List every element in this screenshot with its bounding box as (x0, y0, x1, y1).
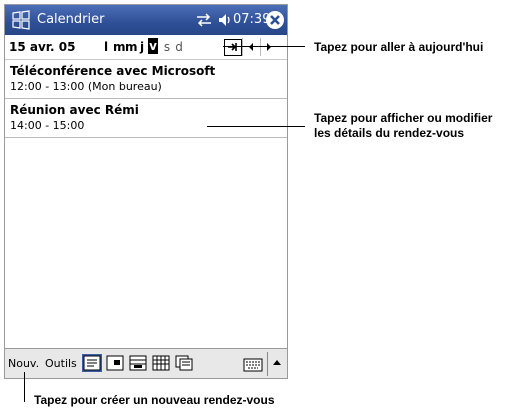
sync-icon[interactable] (195, 12, 213, 28)
go-to-today-button[interactable] (224, 39, 242, 56)
pocket-pc-screen: Calendrier 07:39 15 avr. 05 l m m j v s (4, 4, 288, 379)
clock[interactable]: 07:39 (233, 12, 270, 27)
title-bar: Calendrier 07:39 (5, 5, 287, 35)
week-view-button[interactable] (128, 354, 148, 372)
day-view-icon (106, 355, 124, 371)
caret-up-icon (273, 360, 281, 365)
month-view-button[interactable] (151, 354, 171, 372)
day-monday[interactable]: l (101, 40, 111, 54)
year-view-button[interactable] (174, 354, 194, 372)
callout-line-today (223, 46, 305, 47)
day-view-button[interactable] (105, 354, 125, 372)
day-tuesday[interactable]: m (113, 40, 126, 54)
callout-details-line1: Tapez pour afficher ou modifier (314, 111, 493, 125)
appointment-title: Réunion avec Rémi (10, 103, 139, 117)
left-arrow-icon (249, 43, 253, 51)
day-wednesday[interactable]: m (125, 40, 138, 54)
day-thursday[interactable]: j (137, 40, 147, 54)
appointment-time: 14:00 - 15:00 (10, 119, 85, 132)
next-week-button[interactable] (260, 38, 277, 56)
current-date[interactable]: 15 avr. 05 (9, 40, 75, 54)
day-sunday[interactable]: d (174, 40, 184, 54)
right-arrow-icon (267, 43, 271, 51)
today-arrow-icon (228, 43, 237, 51)
callout-line-details (207, 126, 305, 127)
week-view-icon (129, 355, 147, 371)
appointment-time: 12:00 - 13:00 (Mon bureau) (10, 80, 162, 93)
command-bar: Nouv. Outils (5, 348, 287, 378)
close-icon (270, 15, 280, 25)
appointment-item[interactable]: Téléconférence avec Microsoft 12:00 - 13… (5, 60, 287, 99)
callout-today: Tapez pour aller à aujourd'hui (314, 40, 484, 54)
start-menu-icon[interactable] (10, 9, 32, 31)
year-view-icon (175, 355, 193, 371)
day-friday-selected[interactable]: v (148, 38, 158, 54)
close-button[interactable] (266, 11, 284, 29)
new-menu[interactable]: Nouv. (8, 357, 39, 370)
callout-details-line2: les détails du rendez-vous (314, 126, 465, 140)
callout-new-appointment: Tapez pour créer un nouveau rendez-vous (34, 393, 275, 407)
callout-line-new (24, 372, 25, 402)
previous-week-button[interactable] (242, 38, 259, 56)
date-bar: 15 avr. 05 l m m j v s d (5, 35, 287, 60)
app-title: Calendrier (37, 12, 105, 27)
agenda-view-icon (83, 355, 101, 371)
keyboard-icon[interactable] (243, 357, 263, 372)
appointment-item[interactable]: Réunion avec Rémi 14:00 - 15:00 (5, 99, 287, 138)
month-view-icon (152, 355, 170, 371)
input-panel-toggle[interactable] (267, 352, 286, 376)
appointment-title: Téléconférence avec Microsoft (10, 64, 216, 78)
day-saturday[interactable]: s (162, 40, 172, 54)
tools-menu[interactable]: Outils (45, 357, 77, 370)
agenda-view-button[interactable] (82, 354, 102, 372)
